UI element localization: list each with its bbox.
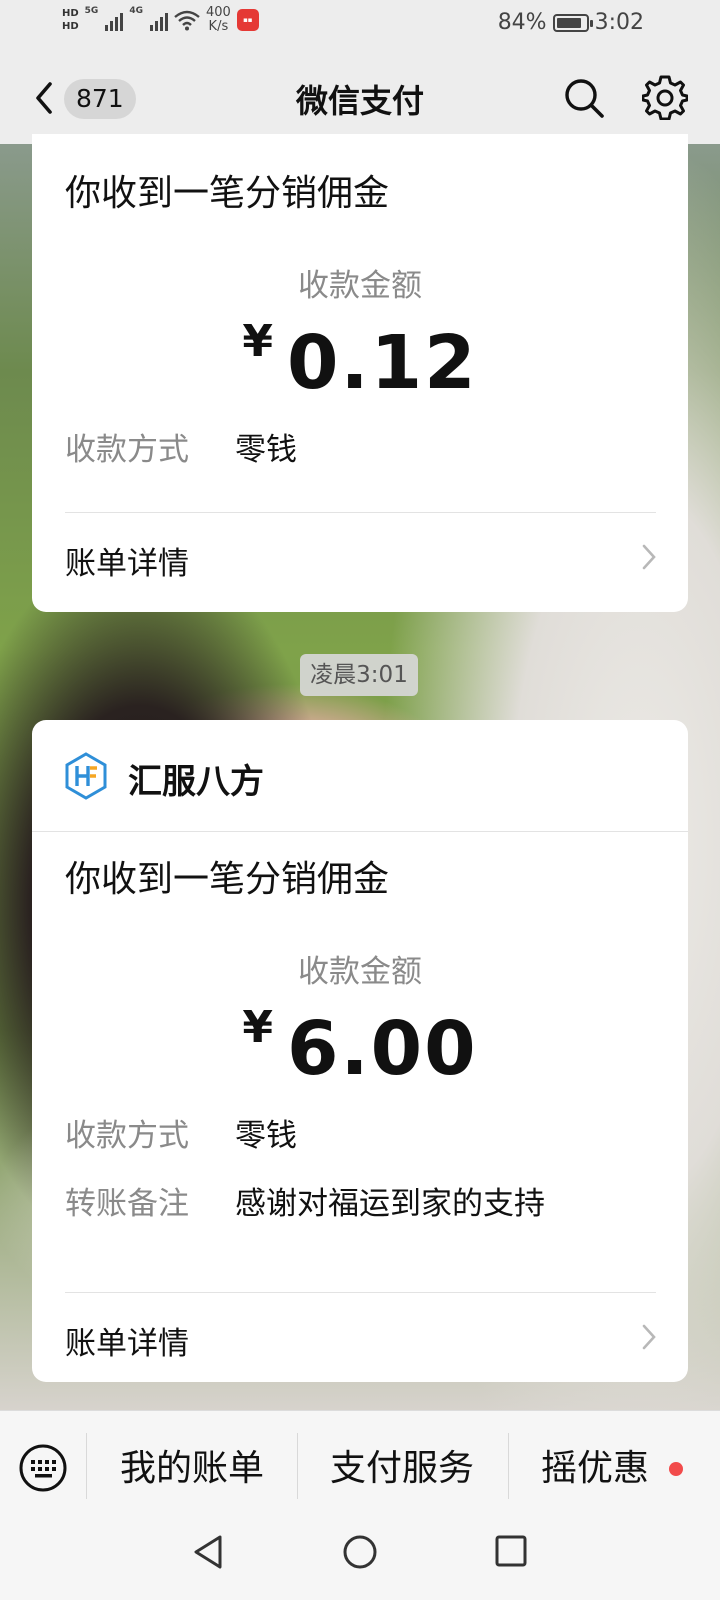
clock: 3:02: [594, 10, 644, 35]
divider: [65, 512, 656, 513]
battery-icon: [552, 13, 593, 32]
card-title: 你收到一笔分销佣金: [65, 859, 390, 900]
hd-indicator: HD HD: [62, 8, 79, 32]
transfer-note-row: 转账备注 感谢对福运到家的支持: [65, 1186, 545, 1222]
payment-card[interactable]: 汇服八方 你收到一笔分销佣金 收款金额 ¥6.00 收款方式 零钱 转账备注 感…: [32, 720, 688, 1382]
sys-home-icon[interactable]: [342, 1534, 378, 1570]
amount-value: ¥6.00: [242, 1002, 478, 1092]
network-speed: 400 K/s: [205, 5, 231, 34]
battery-percent: 84%: [497, 10, 547, 35]
merchant-logo-icon: [65, 752, 107, 800]
search-icon[interactable]: [562, 76, 606, 120]
chevron-right-icon: [642, 1324, 656, 1350]
gear-icon[interactable]: [642, 74, 688, 120]
bottom-menu-bar: 我的账单 支付服务 摇优惠: [0, 1410, 720, 1526]
system-nav-bar: [0, 1526, 720, 1600]
menu-separator: [508, 1433, 509, 1499]
payment-method-row: 收款方式 零钱: [65, 1118, 297, 1154]
merchant-header[interactable]: 汇服八方: [32, 720, 688, 832]
amount-label: 收款金额: [298, 954, 422, 990]
divider: [65, 1292, 656, 1293]
bill-detail-link[interactable]: 账单详情: [65, 538, 189, 583]
chevron-right-icon: [642, 544, 656, 570]
page-title: 微信支付: [295, 82, 424, 120]
message-timestamp: 凌晨3:01: [300, 654, 418, 696]
amount-value: ¥0.12: [242, 316, 478, 406]
signal-icon: [105, 9, 124, 31]
payment-method-row: 收款方式 零钱: [65, 432, 297, 468]
status-bar: HD HD 5G 4G 400 K/s ▪▪ 84% 3:02: [0, 0, 720, 52]
card-title: 你收到一笔分销佣金: [65, 173, 390, 214]
sys-back-icon[interactable]: [190, 1532, 226, 1572]
wifi-icon: [174, 10, 200, 31]
menu-shake-offers[interactable]: 摇优惠: [520, 1439, 670, 1491]
keyboard-icon[interactable]: [18, 1443, 68, 1493]
app-notification-icon: ▪▪: [236, 9, 259, 31]
nav-header: 871 微信支付: [0, 52, 720, 144]
merchant-name: 汇服八方: [128, 762, 264, 802]
menu-payment-services[interactable]: 支付服务: [298, 1439, 506, 1491]
network-4g-label: 4G: [129, 6, 143, 16]
menu-my-bills[interactable]: 我的账单: [88, 1439, 296, 1491]
menu-separator: [86, 1433, 87, 1499]
network-5g-label: 5G: [84, 6, 99, 16]
sys-recent-icon[interactable]: [494, 1534, 528, 1568]
signal-icon-2: [149, 9, 168, 31]
payment-card[interactable]: 你收到一笔分销佣金 收款金额 ¥0.12 收款方式 零钱 账单详情: [32, 134, 688, 612]
bill-detail-link[interactable]: 账单详情: [65, 1318, 189, 1363]
notification-dot: [669, 1462, 683, 1476]
amount-label: 收款金额: [298, 268, 422, 304]
